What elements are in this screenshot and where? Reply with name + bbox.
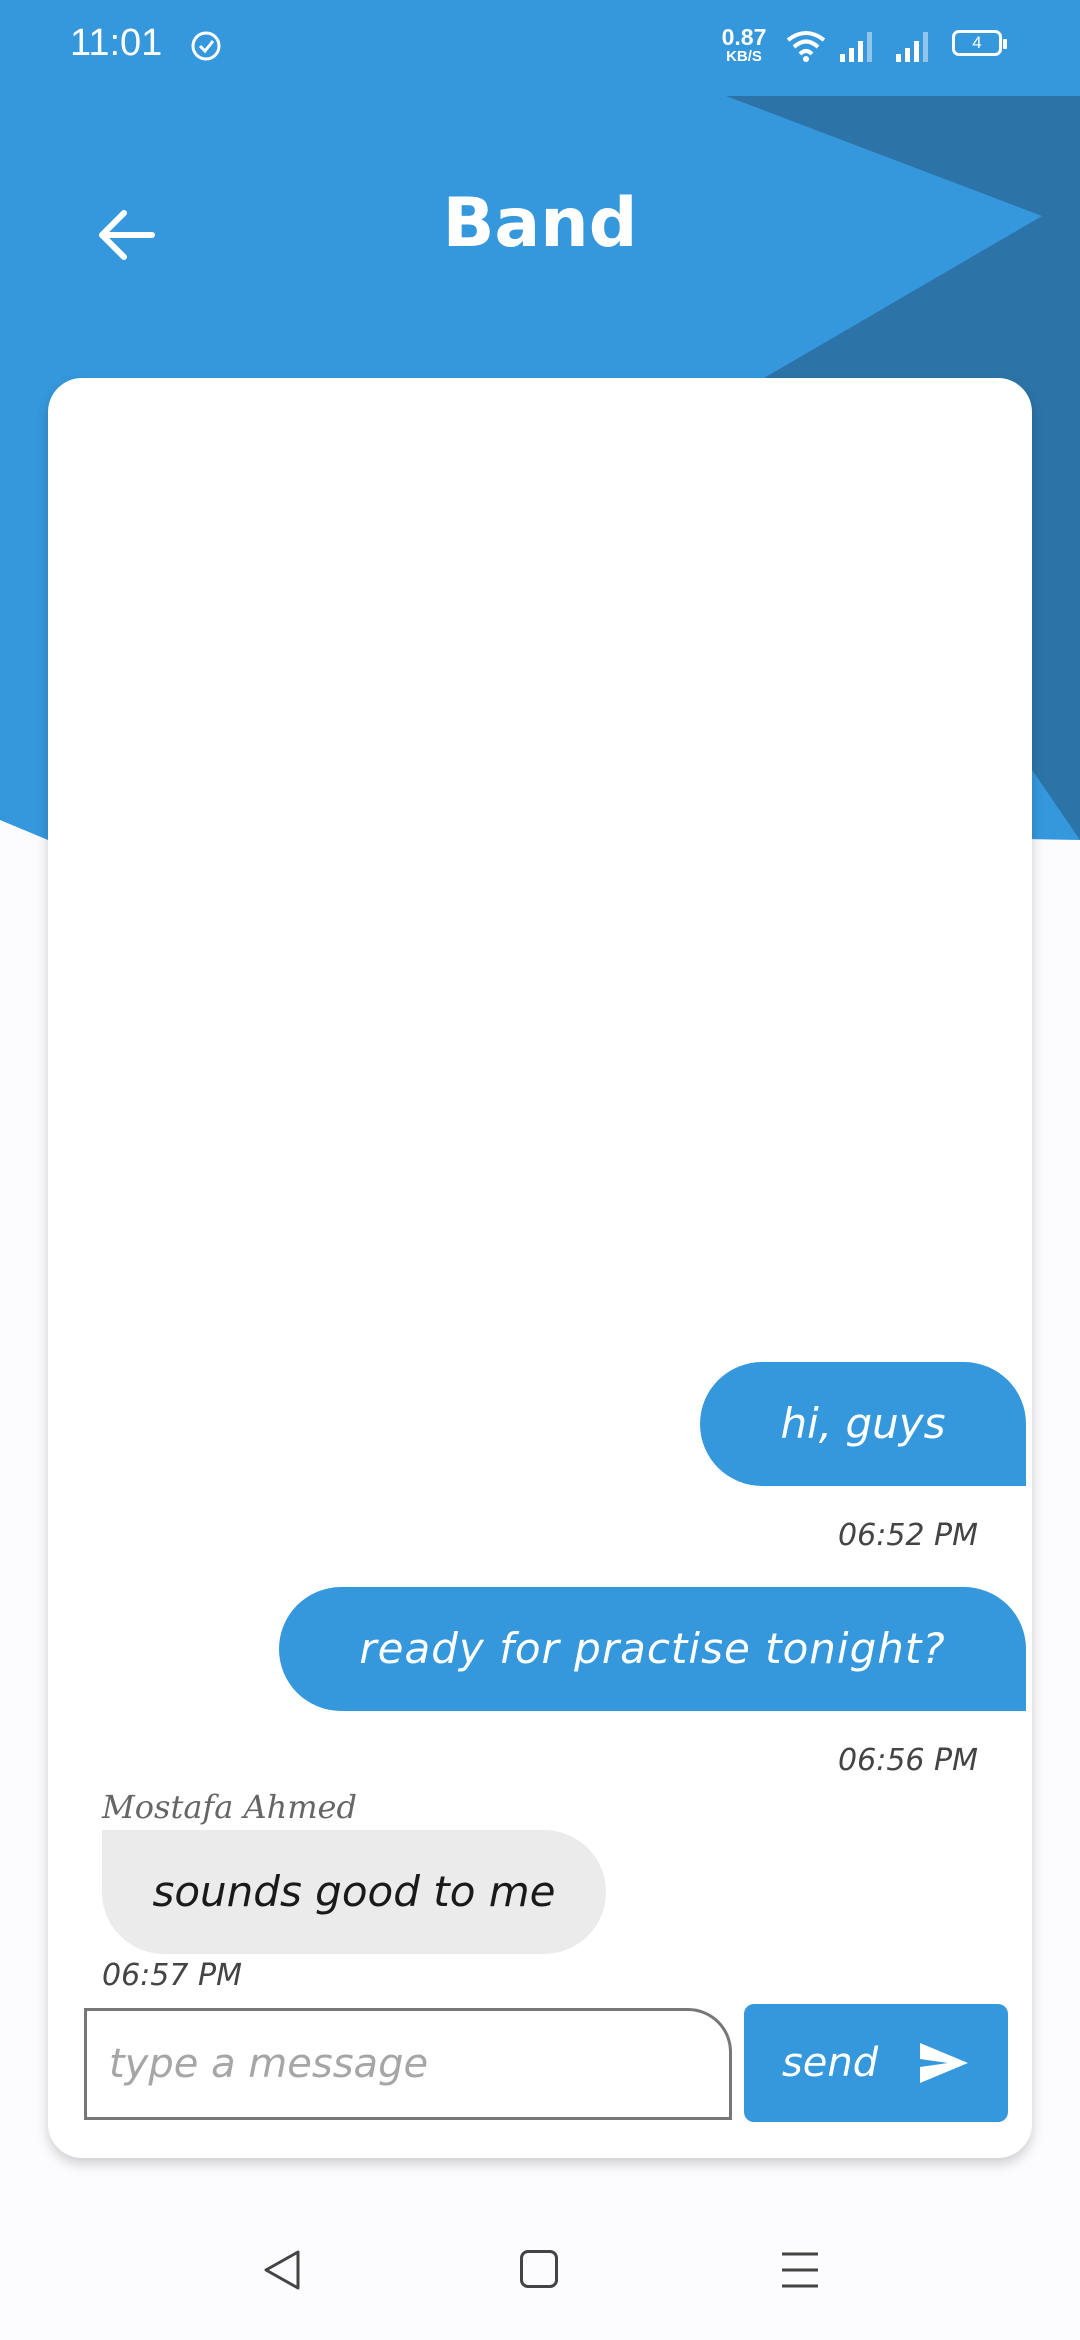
menu-lines-icon[interactable] <box>780 2250 820 2290</box>
message-input[interactable] <box>84 2008 732 2120</box>
triangle-back-icon[interactable] <box>262 2248 302 2292</box>
message-time: 06:52 PM <box>838 1518 978 1553</box>
message-time: 06:57 PM <box>102 1958 242 1993</box>
message-time: 06:56 PM <box>838 1743 978 1778</box>
network-speed-unit: KB/S <box>726 48 762 65</box>
status-bar: 11:01 0.87 KB/S 4 <box>0 0 1080 96</box>
send-button[interactable]: send <box>744 2004 1008 2122</box>
network-speed-value: 0.87 <box>721 24 767 50</box>
battery-level: 4 <box>972 33 982 52</box>
battery-icon: 4 <box>952 30 1007 56</box>
send-label: send <box>781 2040 879 2086</box>
message-bubble-outgoing: hi, guys <box>700 1362 1026 1486</box>
message-bubble-outgoing: ready for practise tonight? <box>279 1587 1026 1711</box>
paper-plane-icon <box>920 2043 969 2083</box>
chat-card: hi, guys 06:52 PM ready for practise ton… <box>48 378 1032 2158</box>
cell-signal-2-icon <box>896 32 928 62</box>
message-bubble-incoming: sounds good to me <box>102 1830 606 1954</box>
wifi-icon <box>786 31 826 62</box>
status-time: 11:01 <box>70 22 163 64</box>
cell-signal-icon <box>840 32 872 62</box>
sender-name: Mostafa Ahmed <box>102 1788 357 1826</box>
page-title: Band <box>442 184 638 263</box>
check-circle-icon <box>191 31 221 61</box>
square-home-icon[interactable] <box>520 2250 558 2288</box>
network-speed: 0.87 KB/S <box>716 24 772 65</box>
